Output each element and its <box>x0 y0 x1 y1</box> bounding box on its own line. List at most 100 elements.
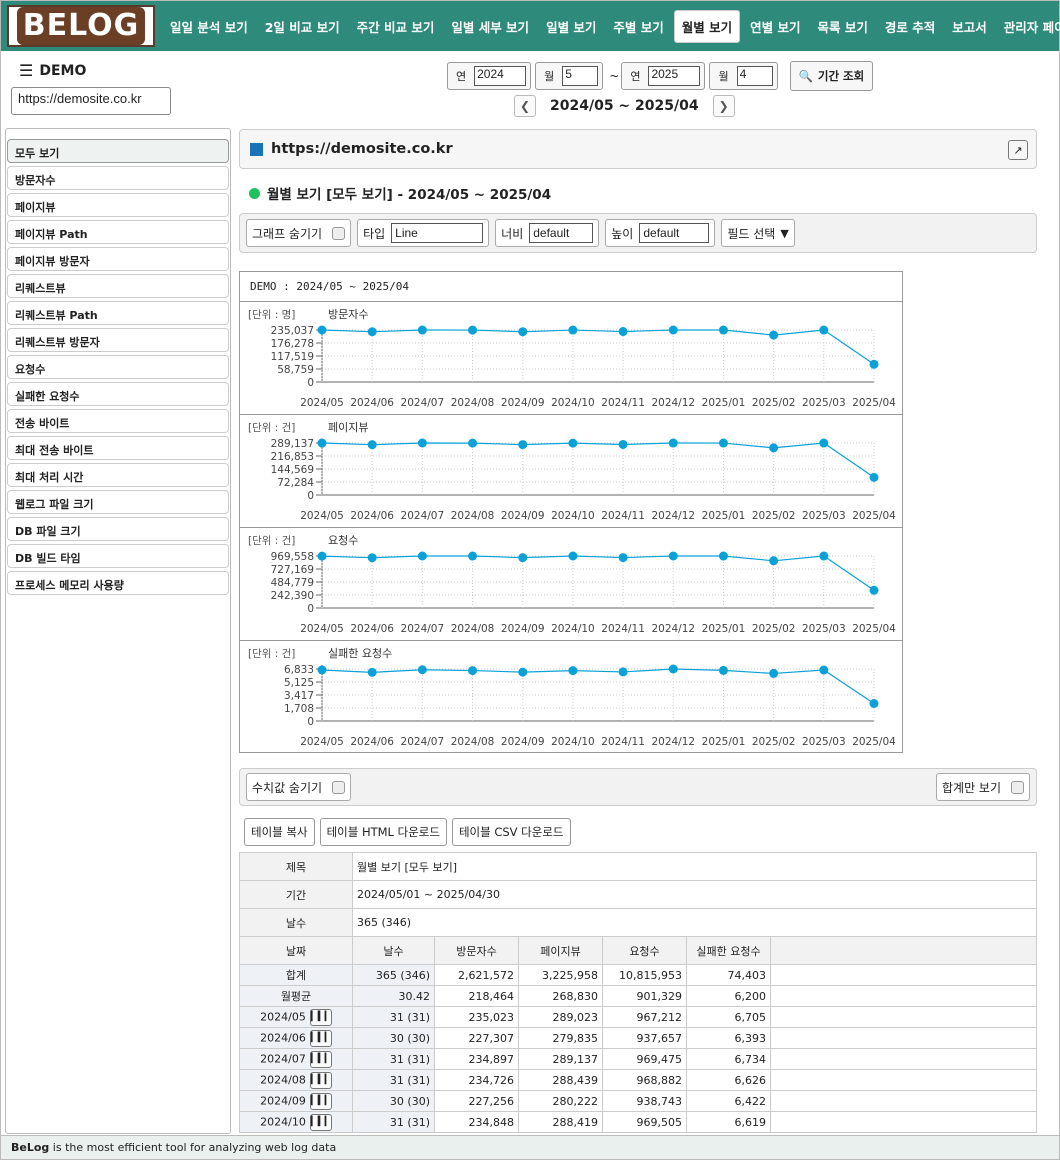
bar-chart-icon[interactable]: ▎▍▎ <box>309 1113 332 1131</box>
data-point[interactable] <box>417 438 427 448</box>
hide-graph-checkbox[interactable] <box>332 226 346 240</box>
nav-item[interactable]: 경로 추적 <box>878 11 942 42</box>
data-point[interactable] <box>468 551 478 561</box>
query-button[interactable]: 🔍 기간 조회 <box>789 61 874 91</box>
menu-title[interactable]: ☰ DEMO <box>19 61 86 80</box>
sidebar-item[interactable]: 프로세스 메모리 사용량 <box>7 571 229 595</box>
sidebar-item[interactable]: DB 빌드 타임 <box>7 544 229 568</box>
data-point[interactable] <box>417 325 427 335</box>
data-point[interactable] <box>468 666 478 676</box>
sidebar-item[interactable]: 모두 보기 <box>7 139 229 163</box>
data-point[interactable] <box>618 553 628 563</box>
data-point[interactable] <box>568 325 578 335</box>
data-point[interactable] <box>668 438 678 448</box>
nav-item[interactable]: 월별 보기 <box>673 9 741 43</box>
sidebar-item[interactable]: 웹로그 파일 크기 <box>7 490 229 514</box>
data-point[interactable] <box>769 330 779 340</box>
sidebar-item[interactable]: 페이지뷰 Path <box>7 220 229 244</box>
height-input[interactable]: default <box>639 223 710 243</box>
data-point[interactable] <box>668 664 678 674</box>
data-point[interactable] <box>468 325 478 335</box>
nav-item[interactable]: 보고서 <box>945 11 994 42</box>
column-header[interactable]: 실패한 요청수 <box>686 936 771 965</box>
nav-item[interactable]: 주별 보기 <box>606 11 670 42</box>
nav-item[interactable]: 2일 비교 보기 <box>258 11 347 42</box>
prev-period-button[interactable]: ❮ <box>514 95 536 117</box>
data-point[interactable] <box>668 551 678 561</box>
sidebar-item[interactable]: 리퀘스트뷰 Path <box>7 301 229 325</box>
data-point[interactable] <box>367 667 377 677</box>
site-url-field[interactable]: https://demosite.co.kr <box>11 87 171 115</box>
data-point[interactable] <box>417 551 427 561</box>
sidebar-item[interactable]: 방문자수 <box>7 166 229 190</box>
data-point[interactable] <box>618 327 628 337</box>
start-month-input[interactable]: 5 <box>562 66 599 86</box>
data-point[interactable] <box>718 551 728 561</box>
data-point[interactable] <box>518 667 528 677</box>
total-only-toggle[interactable]: 합계만 보기 <box>935 773 1030 801</box>
data-point[interactable] <box>819 325 829 335</box>
hide-values-checkbox[interactable] <box>332 780 346 794</box>
column-header[interactable]: 날짜 <box>239 936 353 965</box>
column-header[interactable]: 페이지뷰 <box>518 936 603 965</box>
data-point[interactable] <box>718 438 728 448</box>
data-point[interactable] <box>518 327 528 337</box>
bar-chart-icon[interactable]: ▎▍▎ <box>309 1008 332 1026</box>
sidebar-item[interactable]: 전송 바이트 <box>7 409 229 433</box>
sidebar-item[interactable]: DB 파일 크기 <box>7 517 229 541</box>
data-point[interactable] <box>317 325 327 335</box>
next-period-button[interactable]: ❯ <box>712 95 735 117</box>
data-point[interactable] <box>769 443 779 453</box>
data-point[interactable] <box>869 698 879 708</box>
data-point[interactable] <box>568 666 578 676</box>
sidebar-item[interactable]: 페이지뷰 방문자 <box>7 247 229 271</box>
width-input[interactable]: default <box>529 223 594 243</box>
sidebar-item[interactable]: 요청수 <box>7 355 229 379</box>
data-point[interactable] <box>618 667 628 677</box>
data-point[interactable] <box>568 438 578 448</box>
field-select-button[interactable]: 필드 선택 ▼ <box>721 219 795 247</box>
data-point[interactable] <box>518 553 528 563</box>
data-point[interactable] <box>367 440 377 450</box>
nav-item[interactable]: 일일 분석 보기 <box>163 11 255 42</box>
data-point[interactable] <box>718 665 728 675</box>
type-input[interactable]: Line <box>391 223 484 243</box>
sidebar-item[interactable]: 최대 전송 바이트 <box>7 436 229 460</box>
table-action-button[interactable]: 테이블 HTML 다운로드 <box>319 818 447 846</box>
hamburger-icon[interactable]: ☰ <box>19 61 33 80</box>
belog-logo[interactable]: BELOG <box>7 5 155 47</box>
sidebar-item[interactable]: 최대 처리 시간 <box>7 463 229 487</box>
nav-item[interactable]: 연별 보기 <box>743 11 807 42</box>
data-point[interactable] <box>317 438 327 448</box>
data-point[interactable] <box>718 325 728 335</box>
data-point[interactable] <box>668 325 678 335</box>
sidebar-item[interactable]: 실패한 요청수 <box>7 382 229 406</box>
end-month-input[interactable]: 4 <box>736 66 773 86</box>
column-header[interactable]: 날수 <box>352 936 435 965</box>
bar-chart-icon[interactable]: ▎▍▎ <box>309 1092 332 1110</box>
column-header[interactable]: 방문자수 <box>434 936 519 965</box>
sidebar-item[interactable]: 리퀘스트뷰 <box>7 274 229 298</box>
total-only-checkbox[interactable] <box>1011 780 1024 794</box>
data-point[interactable] <box>819 665 829 675</box>
nav-item[interactable]: 주간 비교 보기 <box>350 11 442 42</box>
data-point[interactable] <box>869 585 879 595</box>
table-action-button[interactable]: 테이블 CSV 다운로드 <box>451 818 571 846</box>
data-point[interactable] <box>367 553 377 563</box>
nav-item[interactable]: 관리자 페이지 <box>997 11 1060 42</box>
sidebar-item[interactable]: 페이지뷰 <box>7 193 229 217</box>
nav-item[interactable]: 목록 보기 <box>811 11 875 42</box>
hide-values-toggle[interactable]: 수치값 숨기기 <box>246 773 352 801</box>
external-link-button[interactable]: ↗ <box>1008 140 1028 160</box>
data-point[interactable] <box>518 440 528 450</box>
data-point[interactable] <box>317 665 327 675</box>
data-point[interactable] <box>468 438 478 448</box>
data-point[interactable] <box>417 665 427 675</box>
sidebar-item[interactable]: 리퀘스트뷰 방문자 <box>7 328 229 352</box>
data-point[interactable] <box>819 438 829 448</box>
data-point[interactable] <box>618 439 628 449</box>
data-point[interactable] <box>769 556 779 566</box>
data-point[interactable] <box>819 551 829 561</box>
table-action-button[interactable]: 테이블 복사 <box>244 818 315 846</box>
data-point[interactable] <box>367 327 377 337</box>
